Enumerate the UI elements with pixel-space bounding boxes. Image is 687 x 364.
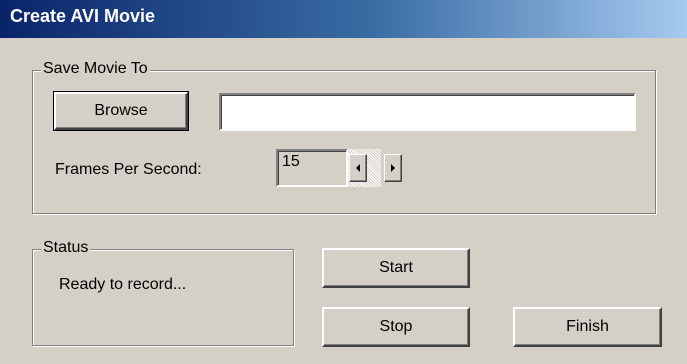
start-button-label: Start bbox=[379, 259, 413, 276]
browse-button-label: Browse bbox=[94, 102, 148, 119]
status-group-legend: Status bbox=[41, 239, 91, 257]
finish-button[interactable]: Finish bbox=[513, 307, 662, 347]
fps-decrease-button[interactable] bbox=[349, 154, 367, 182]
stop-button-label: Stop bbox=[379, 318, 413, 335]
save-movie-group: Save Movie To Browse Frames Per Second: … bbox=[32, 60, 656, 214]
stop-button[interactable]: Stop bbox=[322, 307, 470, 347]
fps-value-field[interactable]: 15 bbox=[276, 149, 348, 187]
fps-increase-button[interactable] bbox=[384, 154, 402, 182]
finish-button-label: Finish bbox=[566, 318, 609, 335]
browse-button[interactable]: Browse bbox=[53, 91, 189, 131]
start-button[interactable]: Start bbox=[322, 248, 470, 288]
status-group: Status Ready to record... bbox=[32, 239, 294, 346]
status-message: Ready to record... bbox=[59, 276, 187, 293]
arrow-left-icon bbox=[356, 164, 360, 172]
fps-label: Frames Per Second: bbox=[55, 161, 202, 178]
fps-value: 15 bbox=[282, 153, 300, 170]
save-path-input[interactable] bbox=[219, 93, 636, 131]
dialog-body: Save Movie To Browse Frames Per Second: … bbox=[0, 38, 687, 364]
window-title: Create AVI Movie bbox=[10, 6, 156, 26]
save-movie-group-legend: Save Movie To bbox=[41, 60, 150, 78]
arrow-right-icon bbox=[391, 164, 395, 172]
title-bar[interactable]: Create AVI Movie bbox=[0, 0, 687, 38]
